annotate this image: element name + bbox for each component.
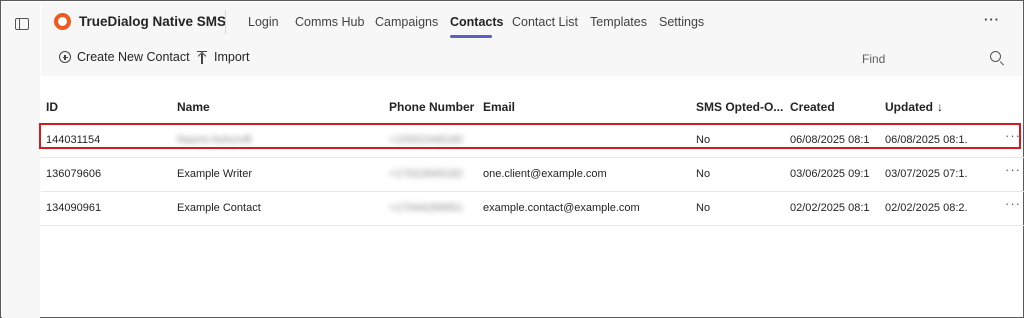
table-row[interactable]: 134090961 Example Contact +17044289951 e… (41, 192, 1024, 226)
find-input[interactable]: Find (862, 52, 885, 66)
cell-email: example.contact@example.com (483, 202, 640, 214)
cell-id: 136079606 (46, 168, 102, 180)
table-header: ID Name Phone Number Email SMS Opted-O..… (41, 76, 1024, 124)
cell-name: Example Writer (177, 168, 252, 180)
cell-name: Example Contact (177, 202, 261, 214)
tab-campaigns[interactable]: Campaigns (375, 15, 438, 29)
tab-login[interactable]: Login (248, 15, 279, 29)
cell-sms-opted-out: No (696, 168, 711, 180)
cell-created: 06/08/2025 08:1... (790, 134, 870, 146)
cell-created: 02/02/2025 08:1... (790, 202, 870, 214)
cell-sms-opted-out: No (696, 134, 711, 146)
column-header-email[interactable]: Email (483, 100, 688, 114)
cell-updated: 06/08/2025 08:1... (885, 134, 967, 146)
add-circle-icon (59, 51, 71, 63)
column-header-name[interactable]: Name (177, 100, 377, 114)
row-more-options-icon[interactable]: ··· (1005, 128, 1021, 143)
tab-contact-list[interactable]: Contact List (512, 15, 578, 29)
create-new-contact-label: Create New Contact (77, 50, 190, 64)
tab-comms-hub[interactable]: Comms Hub (295, 15, 364, 29)
cell-updated: 03/07/2025 07:1... (885, 168, 967, 180)
import-label: Import (214, 50, 250, 64)
app-window: TrueDialog Native SMS Login Comms Hub Ca… (0, 0, 1024, 318)
search-icon[interactable] (990, 51, 1001, 62)
truedialog-logo-icon (54, 13, 71, 30)
cell-email: one.client@example.com (483, 168, 607, 180)
sort-descending-icon: ↓ (937, 100, 943, 114)
import-button[interactable]: Import (196, 50, 249, 64)
cell-created: 03/06/2025 09:1... (790, 168, 870, 180)
cell-id: 134090961 (46, 202, 102, 214)
left-rail (2, 2, 40, 318)
cell-name: Naomi Ashcroft (177, 134, 252, 146)
row-more-options-icon[interactable]: ··· (1005, 162, 1021, 177)
toolbar: Create New Contact Import Find (41, 42, 1022, 76)
active-tab-indicator (450, 35, 492, 38)
column-header-sms-opted-out[interactable]: SMS Opted-O... (696, 100, 783, 114)
row-more-options-icon[interactable]: ··· (1005, 196, 1021, 211)
tab-settings[interactable]: Settings (659, 15, 704, 29)
title-divider (225, 10, 226, 34)
create-new-contact-button[interactable]: Create New Contact (59, 50, 190, 64)
cell-phone: +17022849182 (389, 168, 463, 180)
column-header-created[interactable]: Created (790, 100, 870, 114)
top-navigation-bar: TrueDialog Native SMS Login Comms Hub Ca… (41, 2, 1022, 42)
more-options-icon[interactable]: ··· (984, 12, 1000, 27)
column-header-updated-label: Updated (885, 100, 933, 114)
table-row[interactable]: 144031154 Naomi Ashcroft +15552348160 No… (39, 123, 1024, 158)
upload-icon (196, 50, 208, 64)
app-title: TrueDialog Native SMS (79, 14, 227, 29)
column-header-phone-number[interactable]: Phone Number (389, 100, 477, 114)
tab-contacts[interactable]: Contacts (450, 15, 503, 29)
cell-id: 144031154 (46, 134, 101, 146)
column-header-updated[interactable]: Updated ↓ (885, 100, 967, 114)
cell-phone: +15552348160 (389, 134, 463, 146)
cell-phone: +17044289951 (389, 202, 463, 214)
cell-updated: 02/02/2025 08:2... (885, 202, 967, 214)
sidebar-toggle-icon[interactable] (15, 18, 29, 30)
tab-templates[interactable]: Templates (590, 15, 647, 29)
column-header-id[interactable]: ID (46, 100, 166, 114)
table-row[interactable]: 136079606 Example Writer +17022849182 on… (41, 158, 1024, 192)
cell-sms-opted-out: No (696, 202, 711, 214)
